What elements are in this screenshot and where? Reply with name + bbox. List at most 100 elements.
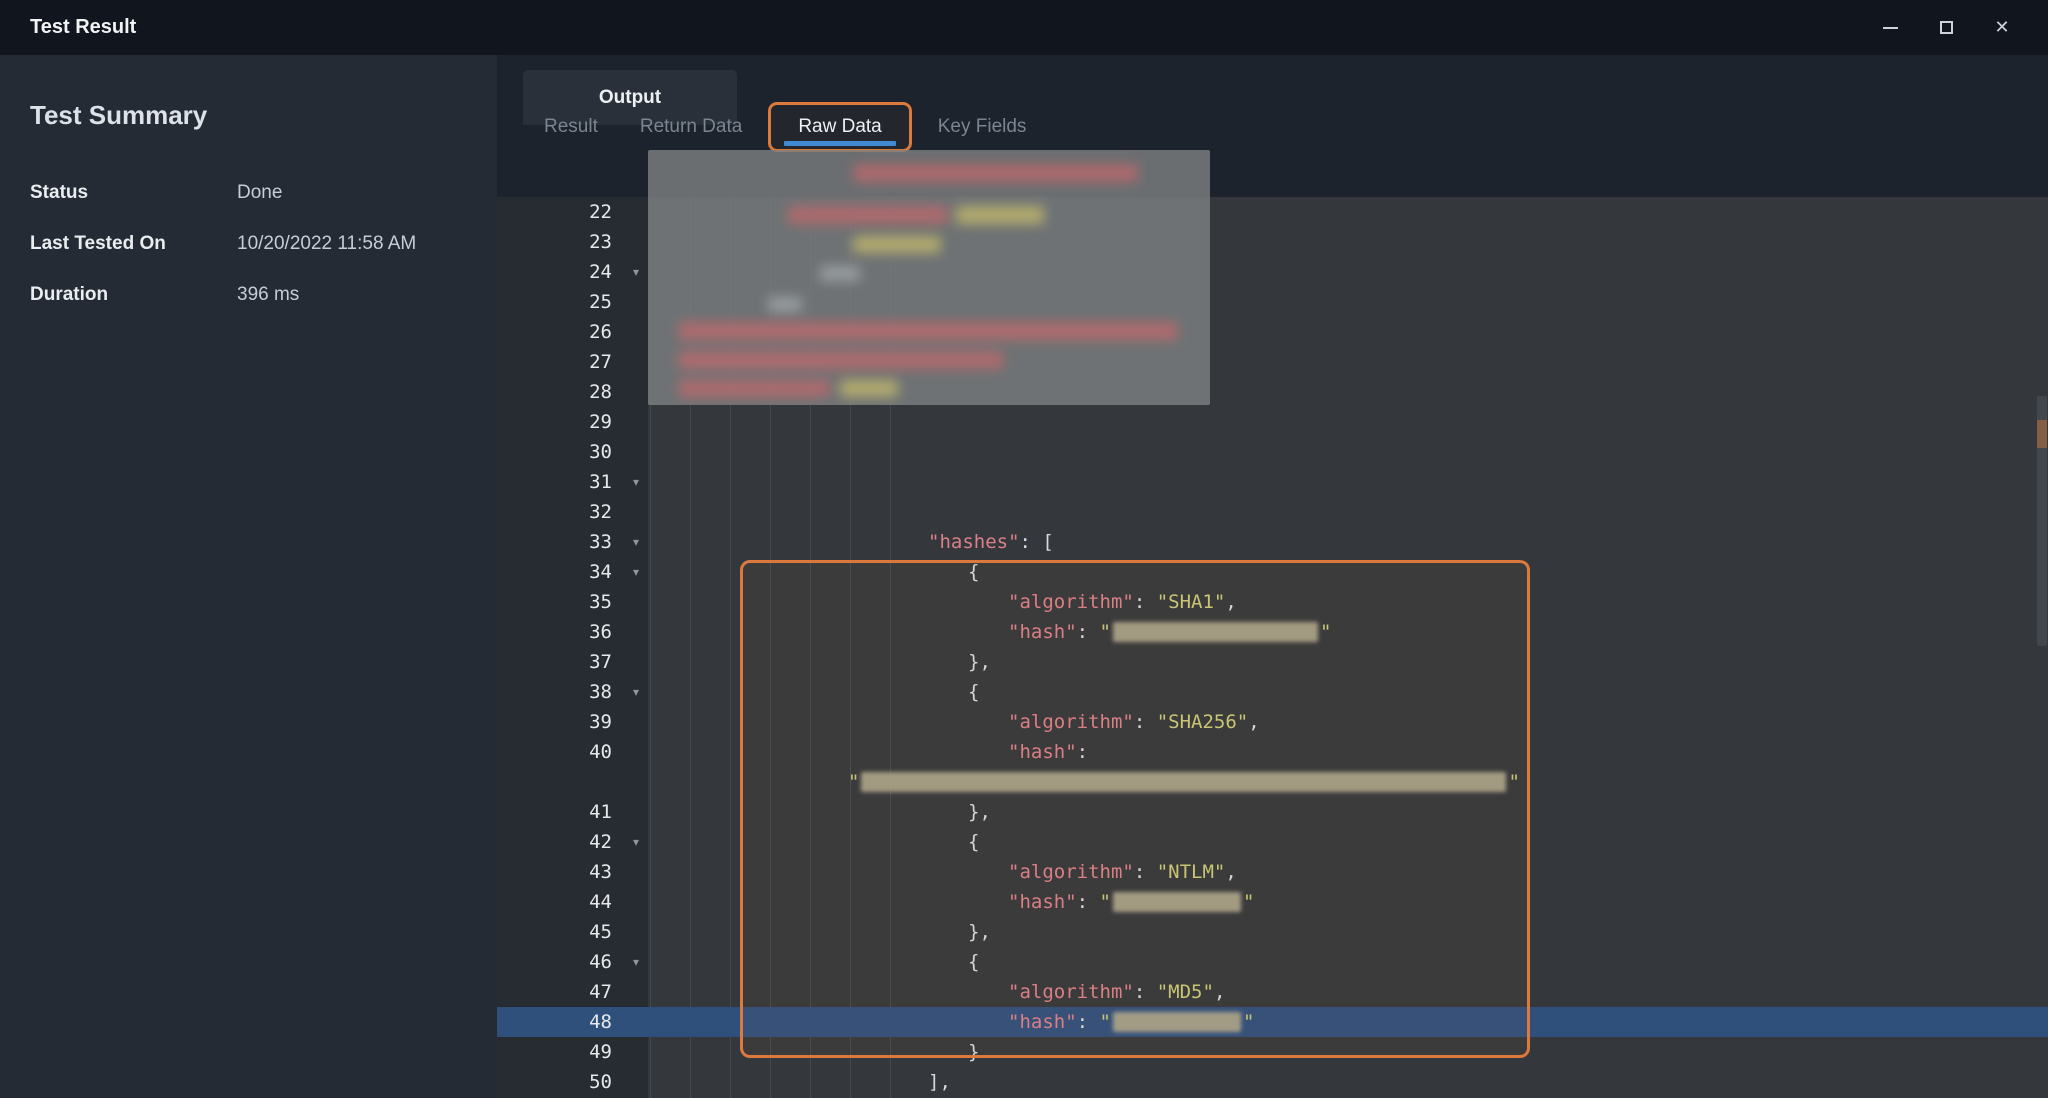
code-token: "algorithm" (1008, 591, 1134, 613)
window-title: Test Result (30, 16, 136, 39)
test-result-window: Test Result ✕ Test Summary StatusDoneLas… (0, 0, 2048, 1098)
line-number: 40 (589, 737, 612, 767)
fold-arrow-icon[interactable]: ▾ (633, 527, 639, 557)
code-line[interactable]: "algorithm": "NTLM", (648, 857, 2048, 887)
subtab-key-fields[interactable]: Key Fields (917, 116, 1048, 138)
gutter-row: 29 (497, 407, 648, 437)
code-line[interactable]: "algorithm": "SHA256", (648, 707, 2048, 737)
code-line[interactable]: "hash": (648, 737, 2048, 767)
gutter-row: 23 (497, 227, 648, 257)
code-line[interactable]: "" (648, 767, 2048, 797)
close-button[interactable]: ✕ (1982, 10, 2022, 46)
code-line[interactable]: { (648, 557, 2048, 587)
field-label: Status (30, 182, 237, 204)
gutter-row: 30 (497, 437, 648, 467)
blurred-text (768, 297, 802, 312)
minimize-button[interactable] (1870, 10, 1910, 46)
code-token: }, (968, 801, 991, 823)
line-number: 29 (589, 407, 612, 437)
gutter-row: 46▾ (497, 947, 648, 977)
subtab-return-data[interactable]: Return Data (619, 116, 763, 138)
gutter-row: 31 ▾ (497, 467, 648, 497)
test-summary-panel: Test Summary StatusDoneLast Tested On10/… (0, 55, 497, 1098)
window-controls: ✕ (1870, 10, 2022, 46)
code-line[interactable]: }, (648, 647, 2048, 677)
code-line[interactable]: { (648, 947, 2048, 977)
gutter-row: 38 ▾ (497, 677, 648, 707)
gutter-row: 39 (497, 707, 648, 737)
code-line[interactable] (648, 437, 2048, 467)
scrollbar[interactable] (2036, 394, 2048, 1098)
code-token: "SHA1" (1157, 591, 1226, 613)
fold-arrow-icon[interactable]: ▾ (633, 677, 639, 707)
line-number: 34 (589, 557, 612, 587)
code-line[interactable]: ], (648, 1067, 2048, 1097)
code-token: " (1100, 891, 1111, 913)
redacted-hash (1113, 892, 1241, 912)
code-token: "algorithm" (1008, 981, 1134, 1003)
gutter-row: 27 (497, 347, 648, 377)
fold-arrow-icon[interactable]: ▾ (633, 827, 639, 857)
code-line[interactable] (648, 497, 2048, 527)
gutter-row: 50 (497, 1067, 648, 1097)
code-token: "hash" (1008, 1011, 1077, 1033)
line-number: 49 (589, 1037, 612, 1067)
code-token: : (1134, 591, 1157, 613)
gutter-row: 41 (497, 797, 648, 827)
blurred-text (956, 206, 1044, 224)
line-number: 47 (589, 977, 612, 1007)
code-line[interactable]: { (648, 827, 2048, 857)
redaction-overlay (648, 150, 1210, 405)
fold-arrow-icon[interactable]: ▾ (633, 557, 639, 587)
titlebar: Test Result ✕ (0, 0, 2048, 55)
fold-arrow-icon[interactable]: ▾ (633, 467, 639, 497)
gutter-row: 22 (497, 197, 648, 227)
code-line[interactable]: "hashes": [ (648, 527, 2048, 557)
blurred-text (840, 380, 898, 397)
code-line[interactable]: "hash": "" (648, 887, 2048, 917)
blurred-text (820, 266, 860, 281)
code-token: { (968, 681, 979, 703)
line-number: 28 (589, 377, 612, 407)
subtab-result[interactable]: Result (523, 116, 619, 138)
subtab-label: Result (544, 116, 598, 137)
subtab-raw-data[interactable]: Raw Data (768, 102, 911, 152)
summary-field-row: Duration396 ms (30, 269, 487, 320)
summary-field-row: StatusDone (30, 167, 487, 218)
code-line[interactable]: } (648, 1037, 2048, 1067)
line-number: 23 (589, 227, 612, 257)
line-number: 43 (589, 857, 612, 887)
line-number: 27 (589, 347, 612, 377)
maximize-icon (1940, 21, 1953, 34)
code-line[interactable] (648, 467, 2048, 497)
code-line[interactable]: }, (648, 917, 2048, 947)
code-token: , (1248, 711, 1259, 733)
fold-arrow-icon[interactable]: ▾ (633, 947, 639, 977)
line-number: 38 (589, 677, 612, 707)
code-token: "MD5" (1157, 981, 1214, 1003)
code-token: }, (968, 921, 991, 943)
code-token: { (968, 951, 979, 973)
line-number: 24 (589, 257, 612, 287)
fold-arrow-icon[interactable]: ▾ (633, 257, 639, 287)
code-line[interactable]: "hash": "" (648, 617, 2048, 647)
code-line[interactable]: "algorithm": "MD5", (648, 977, 2048, 1007)
blurred-text (678, 351, 1003, 369)
code-line[interactable]: "algorithm": "SHA1", (648, 587, 2048, 617)
gutter-row: 25 (497, 287, 648, 317)
scrollbar-annotation-mark (2037, 420, 2047, 448)
blurred-text (788, 206, 948, 224)
maximize-button[interactable] (1926, 10, 1966, 46)
active-tab-underline (784, 141, 895, 146)
code-line[interactable]: }, (648, 797, 2048, 827)
code-line[interactable]: { (648, 677, 2048, 707)
line-number: 26 (589, 317, 612, 347)
line-number: 48 (589, 1007, 612, 1037)
line-number: 45 (589, 917, 612, 947)
code-line[interactable]: "hash": "" (648, 1007, 2048, 1037)
line-number: 31 (589, 467, 612, 497)
code-line[interactable] (648, 407, 2048, 437)
code-token: ], (928, 1071, 951, 1093)
editor-gutter: 222324▾25262728293031▾3233▾34▾35363738▾3… (497, 197, 648, 1098)
code-token: { (968, 561, 979, 583)
